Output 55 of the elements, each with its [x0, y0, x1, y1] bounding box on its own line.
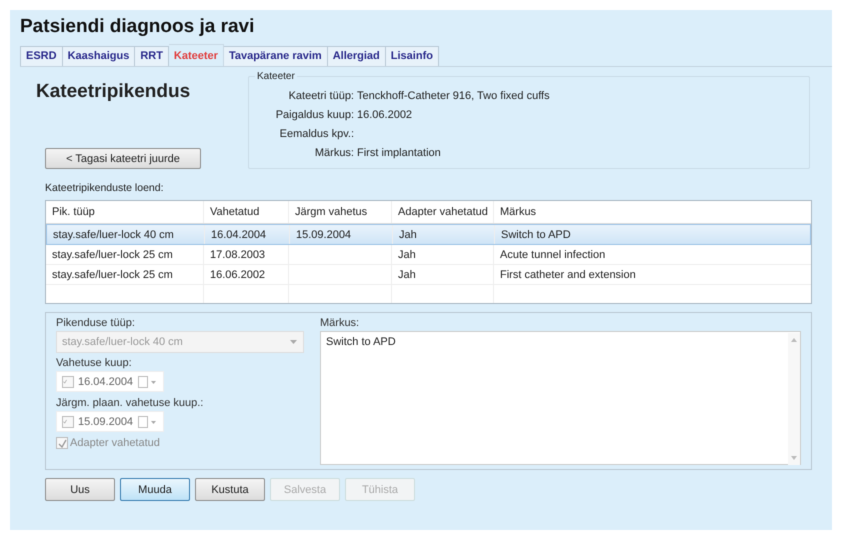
table-row[interactable]: stay.safe/luer-lock 25 cm 17.08.2003 Jah Acute tunnel infection: [46, 245, 811, 265]
field-label: Eemaldus kpv.:: [278, 127, 354, 141]
remark-textarea[interactable]: Switch to APD: [320, 331, 801, 465]
table-row[interactable]: stay.safe/luer-lock 40 cm 16.04.2004 15.09.2004 Jah Switch to APD: [46, 224, 811, 245]
field-label: Kateetri tüüp:: [288, 89, 354, 103]
field-value: First implantation: [357, 146, 442, 160]
field-label: Pikenduse tüüp:: [56, 316, 136, 331]
field-label: Vahetuse kuup:: [56, 356, 133, 371]
table-row[interactable]: stay.safe/luer-lock 25 cm 16.06.2002 Jah First catheter and extension: [46, 265, 811, 285]
column-header[interactable]: Vahetatud: [204, 201, 289, 223]
checkmark-icon: [58, 438, 66, 448]
table-cell: 15.09.2004: [290, 225, 393, 244]
dropdown-arrow-icon: [290, 340, 297, 344]
tab[interactable]: Kaashaigus: [62, 46, 136, 66]
column-header[interactable]: Pik. tüüp: [46, 201, 204, 223]
tab[interactable]: ESRD: [20, 46, 63, 66]
tab[interactable]: Lisainfo: [386, 46, 439, 66]
table-cell-text: First catheter and extension: [499, 268, 637, 282]
field-value: 16.06.2002: [357, 108, 414, 122]
field-value: Tenckhoff-Catheter 916, Two fixed cuffs: [357, 89, 551, 103]
action-button[interactable]: Uus: [45, 478, 115, 501]
tab[interactable]: Allergiad: [328, 46, 386, 66]
checkmark-icon: [63, 377, 67, 386]
table-cell: stay.safe/luer-lock 25 cm: [46, 245, 204, 264]
checkbox-label: Adapter vahetatud: [70, 437, 160, 449]
field-label: Märkus:: [320, 316, 360, 331]
back-button[interactable]: < Tagasi kateetri juurde: [45, 148, 201, 169]
table-cell-text: Acute tunnel infection: [499, 248, 606, 262]
tab[interactable]: RRT: [135, 46, 169, 66]
page-heading: Kateetripikendus: [36, 81, 192, 103]
field-label: Paigaldus kuup:: [274, 108, 354, 122]
column-header[interactable]: Järgm vahetus: [289, 201, 392, 223]
column-header[interactable]: Adapter vahetatud: [392, 201, 494, 223]
column-header[interactable]: Märkus: [494, 201, 811, 223]
table-cell-text: Switch to APD: [500, 228, 572, 242]
table-cell: 16.06.2002: [204, 265, 289, 284]
action-button[interactable]: Muuda: [120, 478, 190, 501]
table-cell: stay.safe/luer-lock 25 cm: [46, 265, 204, 284]
table-cell: stay.safe/luer-lock 40 cm: [47, 225, 205, 244]
field-label: Märkus:: [314, 146, 354, 160]
calendar-dropdown-icon: [138, 376, 157, 388]
group-legend: Kateeter: [255, 71, 297, 82]
table-cell: Jah: [393, 225, 495, 244]
checkmark-icon: [63, 417, 67, 426]
table-cell: Jah: [392, 265, 494, 284]
table-cell: Jah: [392, 245, 494, 264]
tab[interactable]: Tavapärane ravim: [224, 46, 328, 66]
action-button[interactable]: Kustuta: [195, 478, 265, 501]
calendar-dropdown-icon: [138, 416, 157, 428]
window-title: Patsiendi diagnoos ja ravi: [20, 15, 256, 39]
field-label: Järgm. plaan. vahetuse kuup.:: [56, 396, 204, 411]
table-cell: 17.08.2003: [204, 245, 289, 264]
list-label: Kateetripikenduste loend:: [45, 182, 164, 196]
table-cell: 16.04.2004: [205, 225, 290, 244]
tab[interactable]: Kateeter: [168, 44, 224, 66]
